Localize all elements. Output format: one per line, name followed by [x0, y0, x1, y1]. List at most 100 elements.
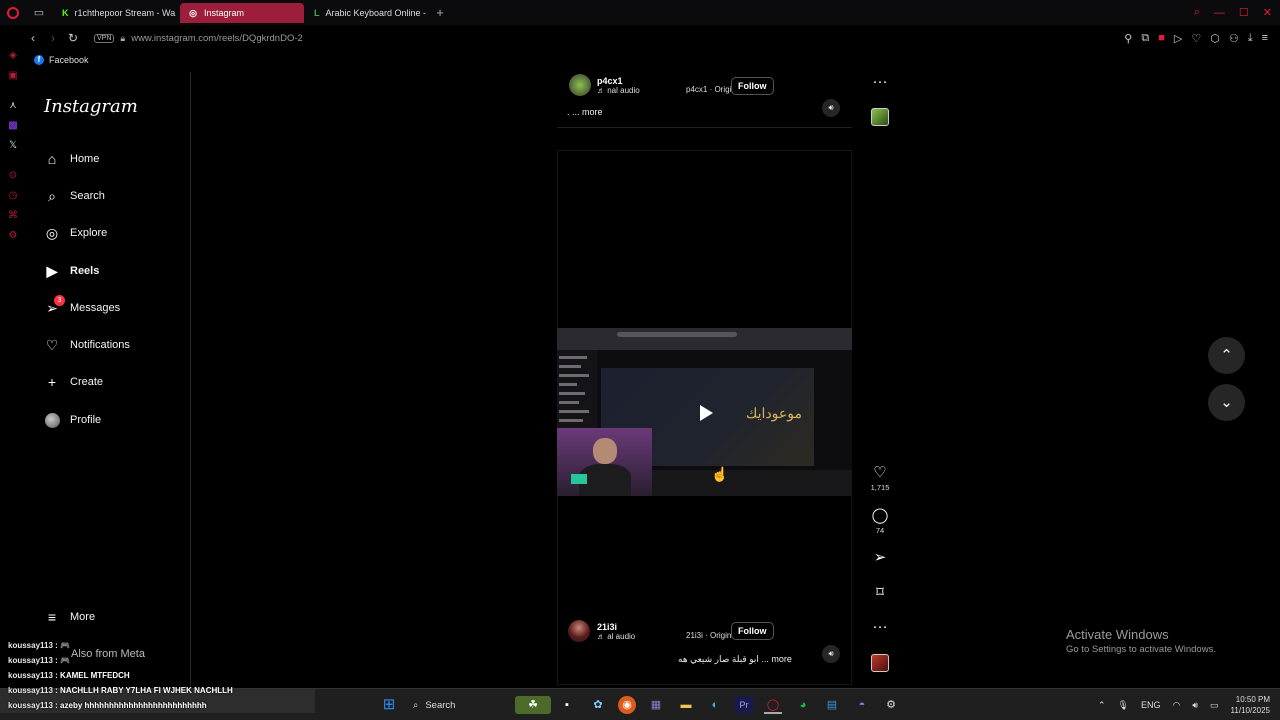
nav-label: Home	[70, 153, 100, 165]
volume-icon[interactable]: 🔊︎	[1192, 700, 1198, 711]
nav-messages[interactable]: ➢ 3 Messages	[43, 295, 120, 320]
twitch-icon[interactable]: ▩	[6, 120, 20, 131]
audio-thumbnail[interactable]	[871, 654, 889, 672]
comment-button[interactable]: ◯ 74	[866, 508, 894, 536]
start-button[interactable]: ⊞	[380, 696, 398, 714]
file-explorer-icon[interactable]: ▬	[677, 696, 695, 714]
chevron-up-icon[interactable]: ⌃	[1098, 700, 1106, 711]
follow-button[interactable]: Follow	[731, 622, 774, 640]
like-button[interactable]: ♡ 1,715	[866, 465, 894, 493]
edge-icon[interactable]: ◐	[706, 696, 724, 714]
back-button[interactable]: ‹	[24, 31, 42, 45]
menu-icon[interactable]: ≡	[1262, 32, 1268, 44]
maximize-button[interactable]: ☐	[1239, 6, 1249, 19]
nav-search[interactable]: ⌕ Search	[43, 184, 105, 208]
nav-home[interactable]: ⌂ Home	[43, 147, 100, 171]
more-options-button[interactable]: ···	[866, 619, 894, 635]
task-view-icon[interactable]: ▪	[558, 696, 576, 714]
audio-origin[interactable]: p4cx1 · Origi	[686, 85, 731, 94]
search-tabs-icon[interactable]: ⌕	[1194, 6, 1200, 19]
audio-label[interactable]: ♬ nal audio	[597, 86, 640, 95]
tab-arabic-keyboard[interactable]: L Arabic Keyboard Online -	[306, 3, 430, 23]
minimize-button[interactable]: —	[1214, 7, 1225, 19]
next-reel-button[interactable]: ⌄	[1208, 384, 1245, 421]
history-icon[interactable]: ◷	[6, 190, 20, 201]
player-icon[interactable]: ▷	[1174, 32, 1182, 45]
battery-icon[interactable]: ▭	[1210, 700, 1219, 711]
reload-button[interactable]: ↻	[64, 31, 82, 45]
share-button[interactable]: ➢	[866, 550, 894, 566]
brave-icon[interactable]: ◉	[618, 696, 636, 714]
player-icon[interactable]: ⊙	[6, 170, 20, 181]
nav-create[interactable]: + Create	[43, 370, 103, 394]
wifi-icon[interactable]: ◠	[1173, 700, 1181, 711]
audio-origin[interactable]: 21i3i · Origin	[686, 631, 731, 640]
more-dots-icon: ···	[872, 618, 888, 635]
lock-icon[interactable]: 🔒︎	[120, 33, 125, 44]
aria-icon[interactable]: ◈	[6, 50, 20, 61]
reel-author[interactable]: 21i3i ♬ al audio	[568, 620, 635, 642]
opera-taskbar-icon[interactable]: ◯	[764, 696, 782, 714]
arc-icon[interactable]: ⋏	[6, 100, 20, 111]
nav-notifications[interactable]: ♡ Notifications	[43, 333, 130, 357]
vpn-badge[interactable]: VPN	[94, 33, 115, 43]
store-icon[interactable]: ▤	[823, 696, 841, 714]
teams-icon[interactable]: ▦	[647, 696, 665, 714]
reel-caption[interactable]: ابو قبلة صار شيعي هه ... more	[678, 654, 792, 665]
account-icon[interactable]: ⚇	[1229, 32, 1239, 45]
extension-icon[interactable]: ■	[1158, 32, 1165, 44]
audio-thumbnail[interactable]	[871, 108, 889, 126]
opera-menu-button[interactable]	[0, 0, 26, 25]
steam-icon[interactable]: ⚙	[882, 696, 900, 714]
download-icon[interactable]: ⤓	[1248, 32, 1253, 45]
author-username[interactable]: 21i3i	[597, 622, 635, 632]
premiere-icon[interactable]: Pr	[735, 696, 753, 714]
nav-more[interactable]: ≡ More	[43, 605, 95, 629]
reel-caption[interactable]: . ... more	[567, 107, 603, 117]
new-tab-button[interactable]: +	[430, 5, 450, 20]
tab-instagram[interactable]: ◎ Instagram	[180, 2, 304, 23]
follow-button[interactable]: Follow	[731, 77, 774, 95]
settings-icon[interactable]: ⚙	[6, 230, 20, 241]
microphone-icon[interactable]: 🎙︎	[1118, 700, 1129, 711]
tab-stream[interactable]: K r1chthepoor Stream - Wa	[54, 3, 178, 23]
close-button[interactable]: ✕	[1263, 6, 1272, 19]
nav-reels[interactable]: ▶ Reels	[43, 259, 100, 283]
reel-video[interactable]: موعودايك	[557, 328, 852, 496]
nav-explore[interactable]: ◎ Explore	[43, 221, 107, 245]
reel-author[interactable]: p4cx1 ♬ nal audio	[569, 74, 640, 96]
extensions-sidebar-icon[interactable]: ⌘	[6, 210, 20, 221]
copilot-icon[interactable]: ✿	[589, 696, 607, 714]
instagram-logo[interactable]: Instagram	[44, 96, 138, 117]
discord-icon[interactable]: ◓	[853, 696, 871, 714]
author-username[interactable]: p4cx1	[597, 76, 640, 86]
play-icon[interactable]	[696, 404, 714, 422]
url-field[interactable]: www.instagram.com/reels/DQgkrdnDO-2	[131, 33, 303, 44]
save-button[interactable]: ⌑	[866, 585, 894, 601]
extensions-icon[interactable]: ⬡	[1210, 32, 1220, 45]
bookmark-facebook[interactable]: Facebook	[49, 55, 89, 65]
nav-profile[interactable]: Profile	[43, 408, 101, 432]
previous-reel-more-button[interactable]: ···	[866, 74, 894, 90]
activate-subtitle: Go to Settings to activate Windows.	[1066, 644, 1216, 655]
tab-label: r1chthepoor Stream - Wa	[74, 7, 176, 18]
widgets-icon[interactable]: ☘	[515, 696, 551, 714]
spotify-icon[interactable]: ◕	[794, 696, 812, 714]
pin-icon[interactable]: ⚲	[1124, 32, 1132, 45]
x-icon[interactable]: 𝕏	[6, 140, 20, 151]
clock[interactable]: 10:50 PM 11/10/2025	[1231, 694, 1270, 716]
heart-icon[interactable]: ♡	[1191, 32, 1201, 45]
previous-reel-button[interactable]: ⌃	[1208, 337, 1245, 374]
taskbar-search[interactable]: ⌕ Search	[405, 694, 505, 716]
flow-icon[interactable]: ▣	[6, 70, 20, 81]
chat-user: koussay113	[8, 671, 53, 680]
language-indicator[interactable]: ENG	[1141, 700, 1161, 710]
audio-label[interactable]: ♬ al audio	[597, 632, 635, 641]
mute-button[interactable]: 🔊︎	[822, 99, 840, 117]
workspaces-icon[interactable]: ▭	[26, 0, 52, 25]
chevron-up-icon: ⌃	[1220, 347, 1233, 364]
mute-button[interactable]: 🔊︎	[822, 645, 840, 663]
forward-button[interactable]: ›	[44, 31, 62, 45]
chat-text: : KAMEL MTFEDCH	[55, 671, 130, 680]
snapshot-icon[interactable]: ⧉	[1141, 32, 1149, 45]
